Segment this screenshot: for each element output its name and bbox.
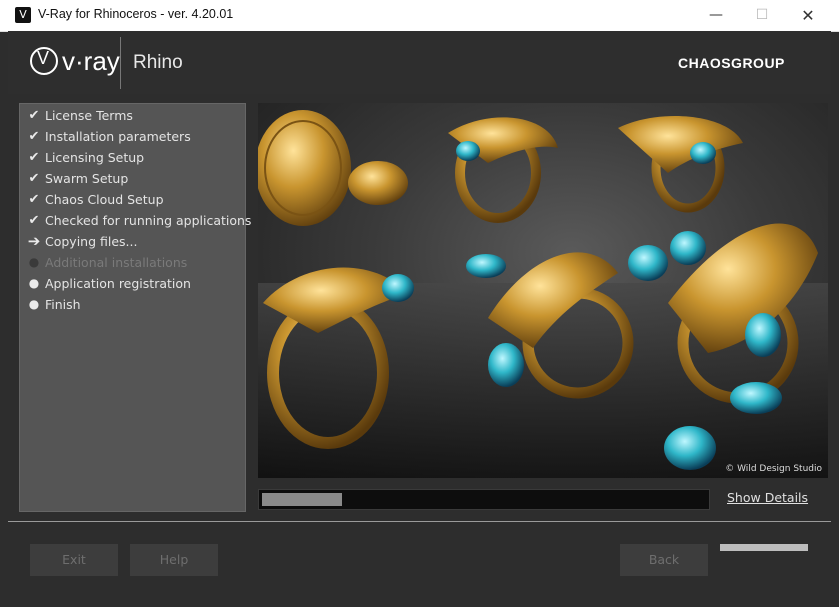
step-label: Installation parameters xyxy=(45,129,191,144)
step-item: ✔ Swarm Setup xyxy=(20,168,245,189)
header-divider xyxy=(120,37,121,89)
check-icon: ✔ xyxy=(28,129,40,144)
chaos-group-logo: CHAOSGROUP xyxy=(678,55,785,71)
check-icon: ✔ xyxy=(28,108,40,123)
show-details-link[interactable]: Show Details xyxy=(727,490,808,505)
step-label: Chaos Cloud Setup xyxy=(45,192,164,207)
step-label: Checked for running applications xyxy=(45,213,252,228)
maximize-button[interactable]: ☐ xyxy=(739,0,785,31)
step-label: License Terms xyxy=(45,108,133,123)
step-label: Additional installations xyxy=(45,255,188,270)
jewelry-render xyxy=(258,110,828,478)
vray-brand-text: v·ray xyxy=(62,46,120,76)
step-item: ✔ Installation parameters xyxy=(20,126,245,147)
installer-footer: Exit Help Back xyxy=(0,522,839,607)
dot-icon: ● xyxy=(28,297,40,311)
minimize-button[interactable]: — xyxy=(693,0,739,31)
installer-main: ✔ License Terms ✔ Installation parameters ✔ L… xyxy=(8,94,831,519)
next-button[interactable] xyxy=(720,544,808,551)
check-icon: ✔ xyxy=(28,150,40,165)
step-item: ● Additional installations xyxy=(20,252,245,273)
install-progress-fill xyxy=(262,493,342,506)
step-label: Copying files... xyxy=(45,234,138,249)
step-item: ➔ Copying files... xyxy=(20,231,245,252)
step-item: ● Finish xyxy=(20,294,245,315)
arrow-right-icon: ➔ xyxy=(27,232,41,250)
steps-panel: ✔ License Terms ✔ Installation parameters ✔ L… xyxy=(19,103,252,512)
hero-image: © Wild Design Studio xyxy=(258,103,828,478)
step-item: ✔ License Terms xyxy=(20,105,245,126)
exit-button[interactable]: Exit xyxy=(30,544,118,576)
check-icon: ✔ xyxy=(28,171,40,186)
image-credit: © Wild Design Studio xyxy=(725,464,822,474)
step-item: ✔ Checked for running applications xyxy=(20,210,252,231)
step-label: Finish xyxy=(45,297,81,312)
step-label: Application registration xyxy=(45,276,191,291)
step-label: Swarm Setup xyxy=(45,171,129,186)
back-button[interactable]: Back xyxy=(620,544,708,576)
vray-app-icon: V xyxy=(15,7,31,23)
check-icon: ✔ xyxy=(28,213,40,228)
product-name: Rhino xyxy=(133,52,183,73)
step-item: ● Application registration xyxy=(20,273,245,294)
close-button[interactable]: ✕ xyxy=(785,0,831,31)
dot-icon: ● xyxy=(28,276,40,290)
dot-icon: ● xyxy=(28,255,40,269)
title-bar: V V-Ray for Rhinoceros - ver. 4.20.01 — … xyxy=(0,0,839,32)
window-title: V-Ray for Rhinoceros - ver. 4.20.01 xyxy=(38,7,234,21)
step-item: ✔ Licensing Setup xyxy=(20,147,245,168)
vray-logo: v·ray xyxy=(30,46,120,78)
check-icon: ✔ xyxy=(28,192,40,207)
vray-mark-icon xyxy=(30,47,58,76)
step-label: Licensing Setup xyxy=(45,150,145,165)
help-button[interactable]: Help xyxy=(130,544,218,576)
step-item: ✔ Chaos Cloud Setup xyxy=(20,189,245,210)
installer-header: v·ray Rhino CHAOSGROUP xyxy=(8,31,831,94)
install-progress-bar xyxy=(258,489,710,510)
